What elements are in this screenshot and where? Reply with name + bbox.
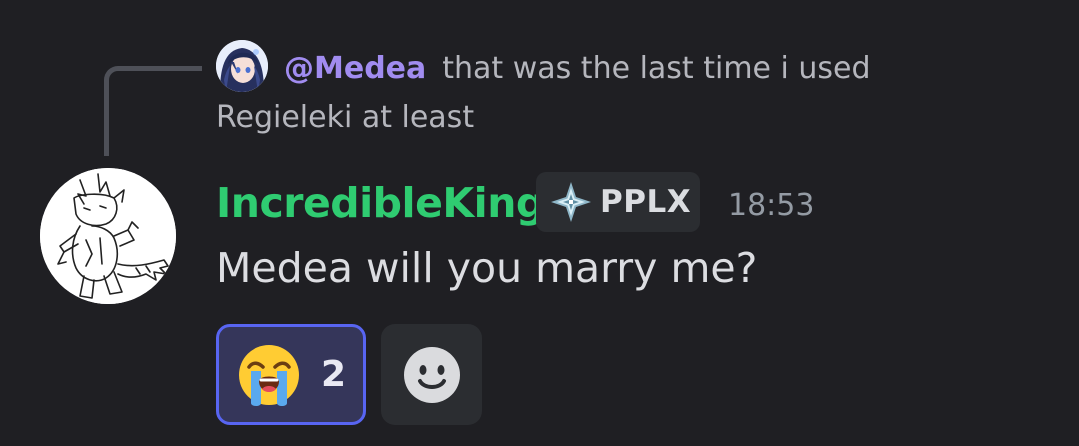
- reaction-count: 2: [321, 354, 347, 395]
- sketch-monster-avatar-icon: [40, 168, 176, 304]
- reply-author-avatar[interactable]: [216, 40, 268, 92]
- chat-message-view: @Medea that was the last time i used Reg…: [0, 0, 1079, 446]
- diamond-star-icon: [551, 182, 591, 222]
- message-timestamp[interactable]: 18:53: [728, 184, 814, 228]
- server-tag-label: PPLX: [600, 184, 692, 220]
- reply-text-continuation: Regieleki at least: [216, 100, 475, 135]
- reply-connector-line: [104, 66, 202, 156]
- anime-avatar-icon: [216, 40, 268, 92]
- author-avatar[interactable]: [40, 168, 176, 304]
- loudly-crying-face-icon: [239, 344, 299, 406]
- server-tag-badge[interactable]: PPLX: [536, 172, 700, 232]
- reply-preview-line[interactable]: @Medea that was the last time i used: [284, 46, 871, 90]
- reaction-button-crying[interactable]: 2: [216, 324, 366, 425]
- add-reaction-button[interactable]: [381, 324, 482, 425]
- message-content: Medea will you marry me?: [216, 244, 758, 292]
- reply-mention[interactable]: @Medea: [284, 51, 426, 86]
- author-username[interactable]: IncredibleKing: [216, 176, 545, 230]
- reply-text: that was the last time i used: [442, 50, 871, 86]
- smiley-add-reaction-icon: [403, 346, 460, 403]
